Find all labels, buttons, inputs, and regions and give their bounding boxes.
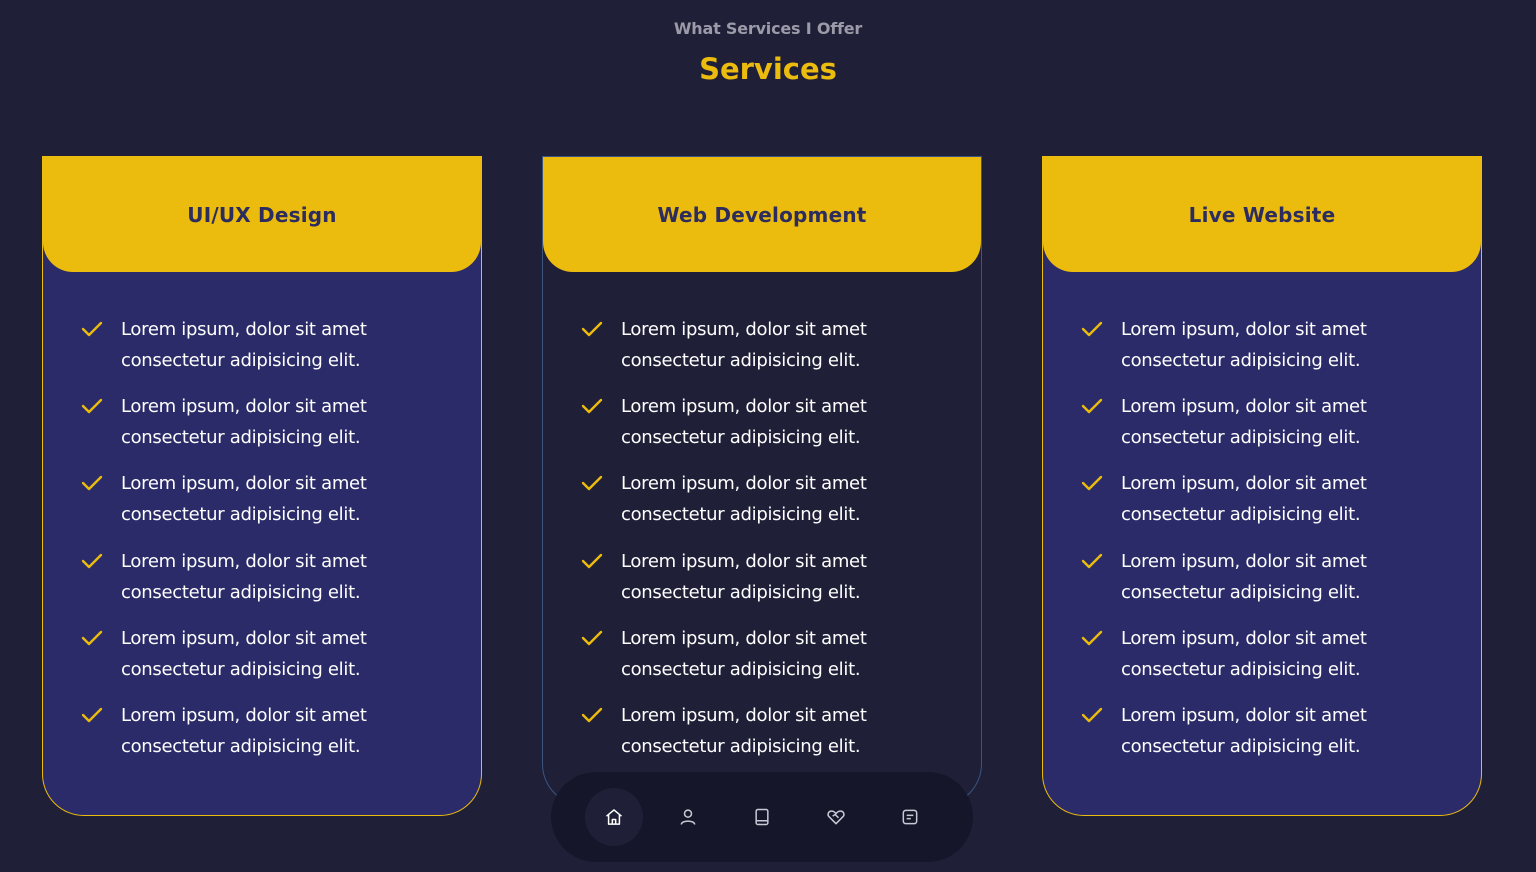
- list-item: Lorem ipsum, dolor sit amet consectetur …: [581, 623, 981, 700]
- check-icon: [581, 707, 603, 723]
- check-icon: [81, 321, 103, 337]
- check-icon: [81, 630, 103, 645]
- check-icon: [581, 476, 603, 491]
- check-icon: [81, 553, 103, 568]
- list-item: Lorem ipsum, dolor sit amet consectetur …: [81, 546, 481, 623]
- check-icon: [581, 553, 603, 568]
- list-item-text: Lorem ipsum, dolor sit amet consectetur …: [621, 550, 867, 603]
- list-item-text: Lorem ipsum, dolor sit amet consectetur …: [121, 319, 367, 371]
- list-item-text: Lorem ipsum, dolor sit amet consectetur …: [121, 396, 367, 449]
- list-item-text: Lorem ipsum, dolor sit amet consectetur …: [1121, 396, 1367, 449]
- card-header: Live Website: [1043, 157, 1481, 272]
- home-icon: [606, 809, 622, 825]
- check-icon: [81, 476, 103, 491]
- list-item-text: Lorem ipsum, dolor sit amet consectetur …: [121, 704, 367, 757]
- user-icon: [680, 809, 696, 825]
- list-item: Lorem ipsum, dolor sit amet consectetur …: [1081, 314, 1481, 391]
- bottom-nav-dock: [551, 772, 973, 862]
- list-item-text: Lorem ipsum, dolor sit amet consectetur …: [1121, 550, 1367, 603]
- list-item-text: Lorem ipsum, dolor sit amet consectetur …: [621, 704, 867, 757]
- section-subtitle: What Services I Offer: [673, 19, 863, 38]
- list-item: Lorem ipsum, dolor sit amet consectetur …: [1081, 700, 1481, 777]
- list-item: Lorem ipsum, dolor sit amet consectetur …: [581, 546, 981, 623]
- book-icon: [755, 808, 769, 826]
- nav-services-button[interactable]: [807, 788, 865, 846]
- feature-list: Lorem ipsum, dolor sit amet consectetur …: [43, 272, 481, 777]
- service-card-live-website: Live Website Lorem ipsum, dolor sit amet…: [1042, 156, 1482, 816]
- check-icon: [1081, 630, 1103, 645]
- check-icon: [1081, 398, 1103, 414]
- list-item: Lorem ipsum, dolor sit amet consectetur …: [81, 468, 481, 545]
- list-item: Lorem ipsum, dolor sit amet consectetur …: [581, 314, 981, 391]
- list-item-text: Lorem ipsum, dolor sit amet consectetur …: [621, 627, 867, 680]
- handshake-icon: [827, 810, 845, 825]
- list-item-text: Lorem ipsum, dolor sit amet consectetur …: [621, 396, 867, 449]
- list-item-text: Lorem ipsum, dolor sit amet consectetur …: [121, 473, 367, 526]
- list-item: Lorem ipsum, dolor sit amet consectetur …: [1081, 468, 1481, 545]
- list-item: Lorem ipsum, dolor sit amet consectetur …: [81, 623, 481, 700]
- list-item: Lorem ipsum, dolor sit amet consectetur …: [581, 468, 981, 545]
- check-icon: [1081, 553, 1103, 568]
- list-item-text: Lorem ipsum, dolor sit amet consectetur …: [121, 550, 367, 603]
- list-item-text: Lorem ipsum, dolor sit amet consectetur …: [1121, 704, 1367, 757]
- message-icon: [902, 809, 918, 825]
- card-header: UI/UX Design: [43, 157, 481, 272]
- nav-resume-button[interactable]: [733, 788, 791, 846]
- nav-about-button[interactable]: [659, 788, 717, 846]
- check-icon: [581, 630, 603, 645]
- check-icon: [81, 398, 103, 414]
- check-icon: [81, 707, 103, 723]
- nav-contact-button[interactable]: [881, 788, 939, 846]
- list-item: Lorem ipsum, dolor sit amet consectetur …: [1081, 546, 1481, 623]
- feature-list: Lorem ipsum, dolor sit amet consectetur …: [543, 272, 981, 777]
- list-item: Lorem ipsum, dolor sit amet consectetur …: [581, 700, 981, 777]
- list-item-text: Lorem ipsum, dolor sit amet consectetur …: [1121, 627, 1367, 680]
- check-icon: [581, 321, 603, 337]
- check-icon: [581, 398, 603, 414]
- feature-list: Lorem ipsum, dolor sit amet consectetur …: [1043, 272, 1481, 777]
- nav-home-button[interactable]: [585, 788, 643, 846]
- check-icon: [1081, 321, 1103, 337]
- list-item: Lorem ipsum, dolor sit amet consectetur …: [81, 700, 481, 777]
- card-title: Web Development: [657, 202, 867, 227]
- list-item: Lorem ipsum, dolor sit amet consectetur …: [1081, 391, 1481, 468]
- list-item-text: Lorem ipsum, dolor sit amet consectetur …: [1121, 473, 1367, 526]
- check-icon: [1081, 476, 1103, 491]
- card-title: Live Website: [1188, 202, 1336, 227]
- check-icon: [1081, 707, 1103, 723]
- list-item: Lorem ipsum, dolor sit amet consectetur …: [581, 391, 981, 468]
- list-item: Lorem ipsum, dolor sit amet consectetur …: [1081, 623, 1481, 700]
- list-item: Lorem ipsum, dolor sit amet consectetur …: [81, 391, 481, 468]
- list-item-text: Lorem ipsum, dolor sit amet consectetur …: [121, 627, 367, 680]
- list-item-text: Lorem ipsum, dolor sit amet consectetur …: [1121, 319, 1367, 371]
- service-card-web-development: Web Development Lorem ipsum, dolor sit a…: [542, 156, 982, 806]
- list-item: Lorem ipsum, dolor sit amet consectetur …: [81, 314, 481, 391]
- card-title: UI/UX Design: [187, 202, 337, 227]
- list-item-text: Lorem ipsum, dolor sit amet consectetur …: [621, 319, 867, 371]
- list-item-text: Lorem ipsum, dolor sit amet consectetur …: [621, 473, 867, 526]
- service-card-uiux: UI/UX Design Lorem ipsum, dolor sit amet…: [42, 156, 482, 816]
- services-section: What Services I Offer Services UI/UX Des…: [0, 0, 1536, 872]
- section-title: Services: [699, 52, 837, 86]
- card-header: Web Development: [543, 157, 981, 272]
